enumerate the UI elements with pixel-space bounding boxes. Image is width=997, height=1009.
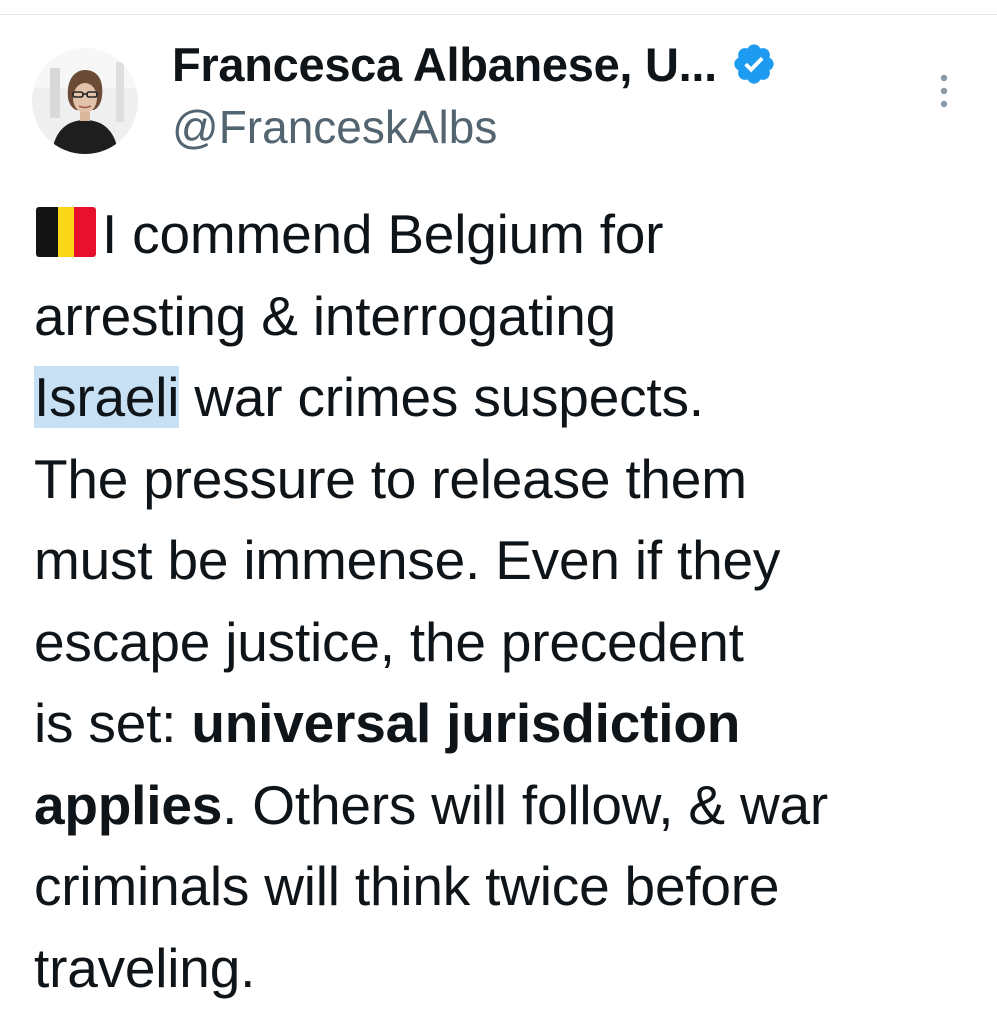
avatar-photo: [32, 48, 138, 154]
tweet-text: I commend Belgium for arresting & interr…: [34, 194, 974, 1009]
tweet-line-1: I commend Belgium for: [34, 194, 974, 276]
selected-text[interactable]: Israeli: [34, 366, 179, 428]
tweet-line-2: arresting & interrogating: [34, 276, 974, 358]
display-name[interactable]: Francesca Albanese, U...: [172, 37, 717, 92]
tweet-line-10: traveling.: [34, 928, 974, 1009]
tweet-line-9: criminals will think twice before: [34, 846, 974, 928]
tweet-text-segment: I commend Belgium for: [102, 203, 663, 265]
tweet-text-segment: arresting & interrogating: [34, 285, 616, 347]
tweet-line-3: Israeli war crimes suspects.: [34, 357, 974, 439]
tweet-text-segment: criminals will think twice before: [34, 855, 779, 917]
tweet-text-segment: must be immense. Even if they: [34, 529, 780, 591]
avatar[interactable]: [32, 48, 138, 154]
tweet-text-segment: escape justice, the precedent: [34, 611, 744, 673]
verified-badge-icon[interactable]: [731, 41, 777, 87]
tweet-text-segment: is set:: [34, 692, 191, 754]
more-vertical-icon: [926, 70, 962, 114]
tweet-text-segment: traveling.: [34, 937, 255, 999]
top-divider: [0, 14, 997, 15]
tweet-line-6: escape justice, the precedent: [34, 602, 974, 684]
bold-text: universal jurisdiction: [191, 692, 740, 754]
belgium-flag-icon: [34, 205, 98, 259]
tweet-line-7: is set: universal jurisdiction: [34, 683, 974, 765]
author-handle[interactable]: @FranceskAlbs: [172, 100, 497, 154]
tweet-line-4: The pressure to release them: [34, 439, 974, 521]
tweet-text-segment: The pressure to release them: [34, 448, 747, 510]
author-name-row: Francesca Albanese, U...: [172, 34, 777, 94]
tweet-line-5: must be immense. Even if they: [34, 520, 974, 602]
bold-text: applies: [34, 774, 222, 836]
more-options-button[interactable]: [926, 70, 962, 114]
tweet-text-segment: . Others will follow, & war: [222, 774, 828, 836]
tweet-text-segment: war crimes suspects.: [179, 366, 704, 428]
tweet-line-8: applies. Others will follow, & war: [34, 765, 974, 847]
